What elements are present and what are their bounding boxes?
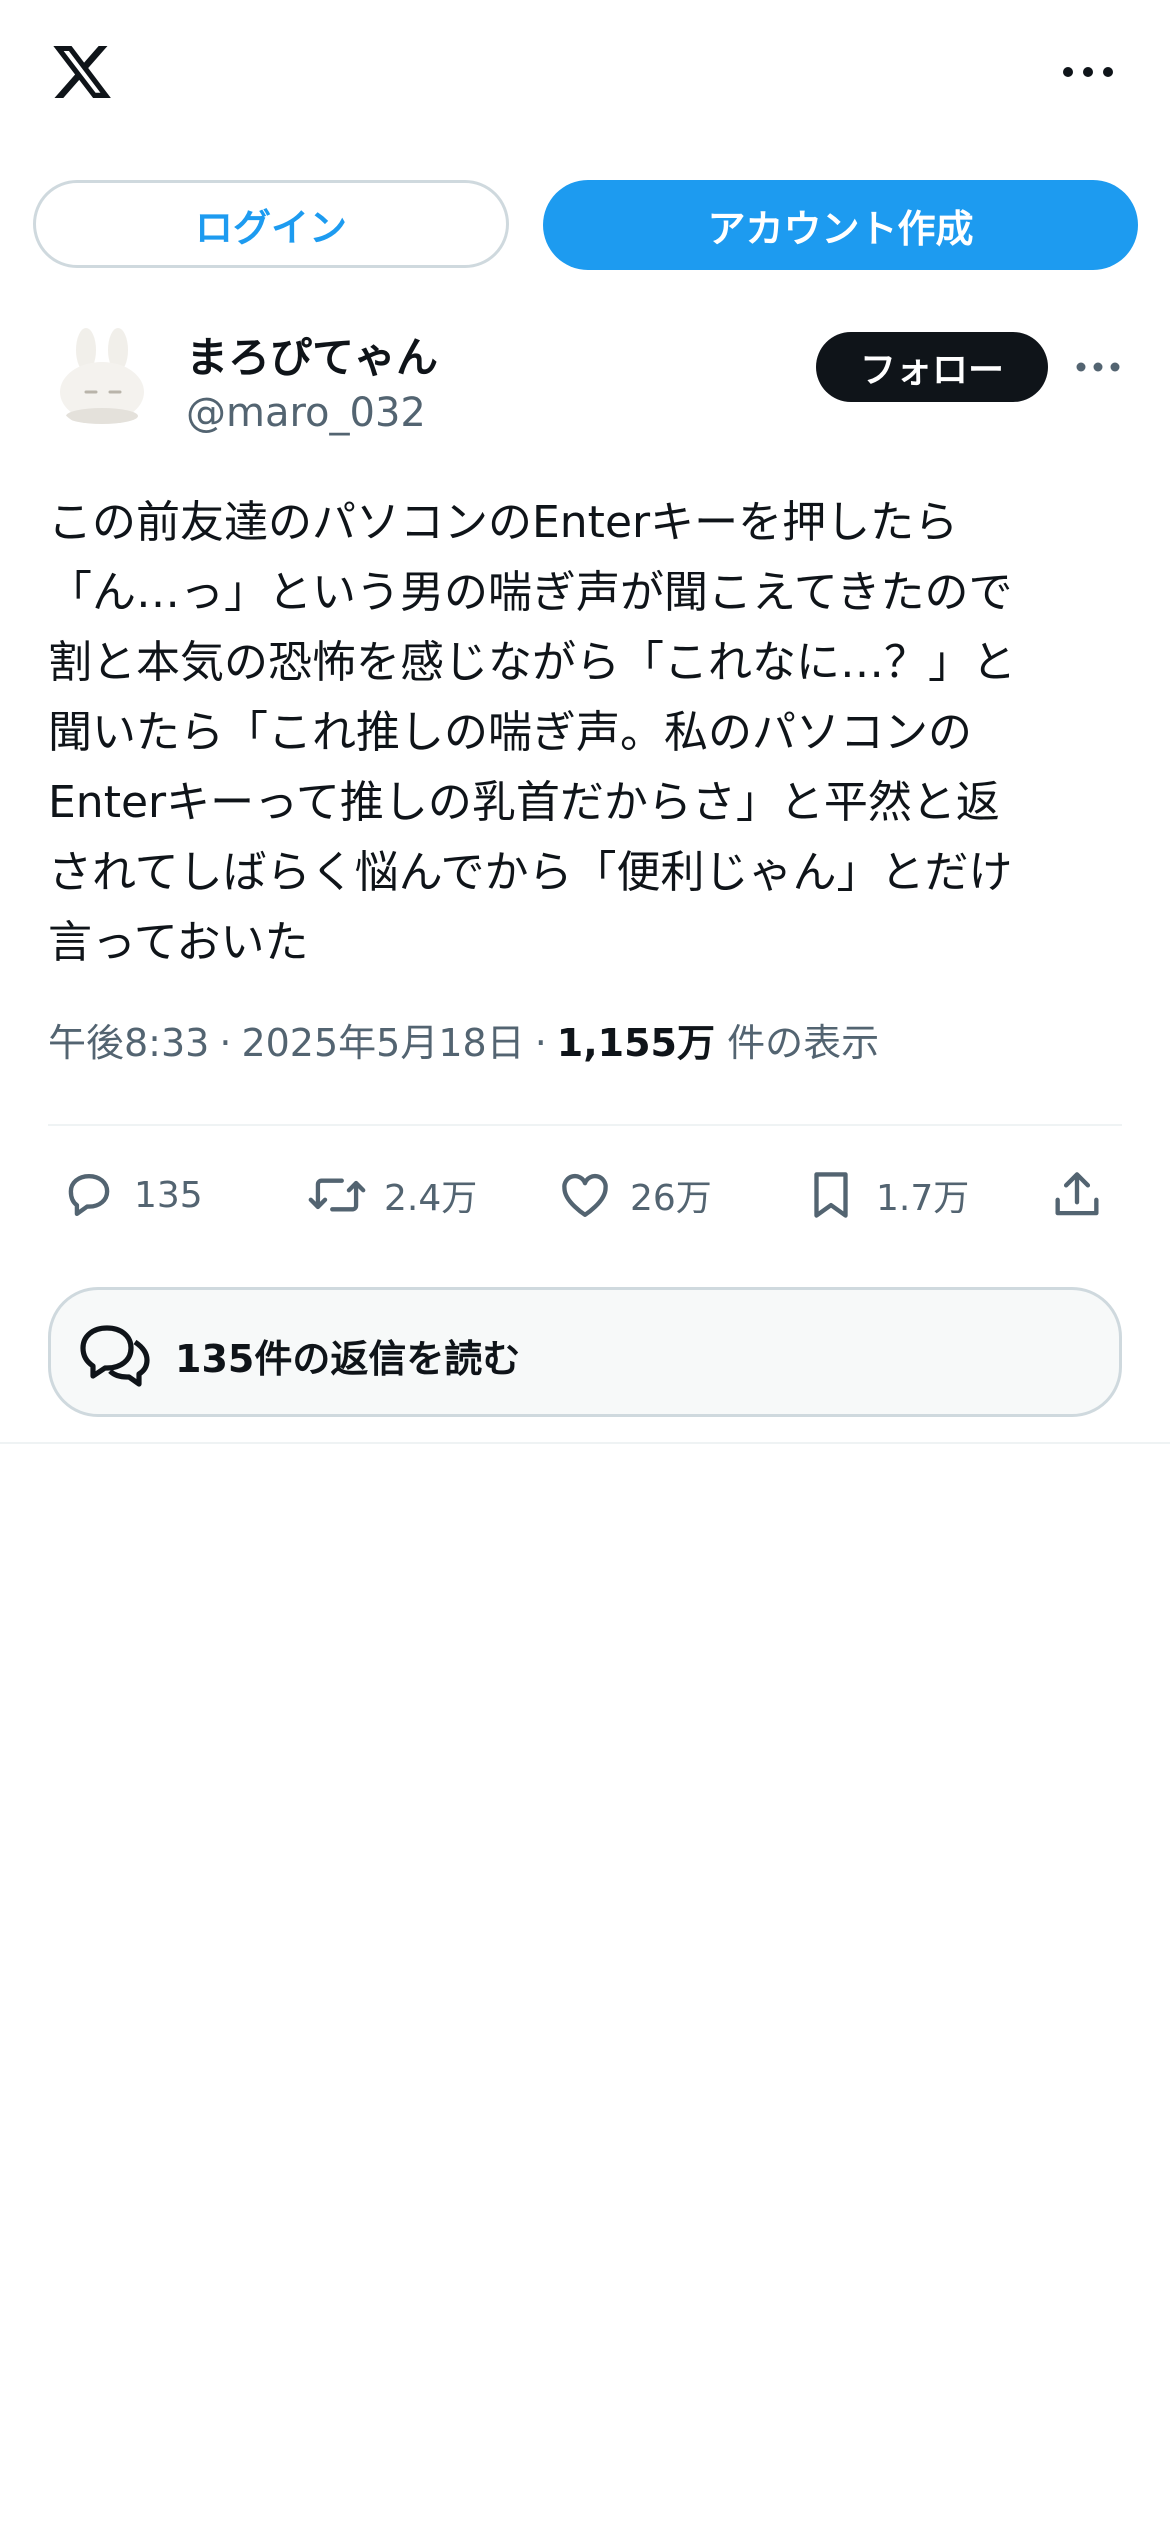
action-bar: 135 2.4万 26万 1.7万 bbox=[48, 1160, 1122, 1230]
author-name[interactable]: まろぴてゃん bbox=[186, 324, 438, 385]
like-count: 26万 bbox=[630, 1178, 712, 1219]
avatar-rabbit-image bbox=[48, 320, 158, 430]
read-replies-button[interactable]: 135件の返信を読む bbox=[48, 1287, 1122, 1417]
reply-button[interactable]: 135 bbox=[60, 1160, 203, 1230]
avatar[interactable] bbox=[48, 320, 158, 430]
meta-separator: · bbox=[219, 1021, 232, 1065]
post-date[interactable]: 2025年5月18日 bbox=[241, 1021, 524, 1065]
create-account-button[interactable]: アカウント作成 bbox=[543, 180, 1138, 270]
meta-separator: · bbox=[534, 1021, 547, 1065]
post-more-icon[interactable] bbox=[1075, 352, 1121, 382]
bookmark-button[interactable]: 1.7万 bbox=[802, 1160, 969, 1230]
x-logo-icon[interactable] bbox=[48, 40, 116, 104]
bookmark-icon bbox=[814, 1172, 848, 1218]
top-bar bbox=[0, 0, 1170, 150]
like-button[interactable]: 26万 bbox=[556, 1160, 712, 1230]
views-count: 1,155万 bbox=[556, 1021, 715, 1065]
author-handle[interactable]: @maro_032 bbox=[186, 390, 426, 436]
read-replies-label: 135件の返信を読む bbox=[175, 1337, 521, 1381]
more-dots-icon[interactable] bbox=[1060, 54, 1116, 90]
share-icon bbox=[1055, 1172, 1099, 1216]
divider bbox=[48, 1124, 1122, 1126]
post-text: この前友達のパソコンのEnterキーを押したら 「ん…っ」という男の喘ぎ声が聞こ… bbox=[48, 497, 1016, 968]
heart-icon bbox=[562, 1173, 608, 1217]
post-meta: 午後8:33 · 2025年5月18日 · 1,155万 件の表示 bbox=[48, 1012, 879, 1067]
repost-icon bbox=[308, 1178, 366, 1212]
reply-count: 135 bbox=[134, 1174, 203, 1216]
repost-count: 2.4万 bbox=[384, 1178, 478, 1219]
share-button[interactable] bbox=[1048, 1160, 1106, 1230]
auth-buttons: ログイン アカウント作成 bbox=[33, 180, 1138, 270]
repost-button[interactable]: 2.4万 bbox=[306, 1160, 477, 1230]
reply-bubbles-icon bbox=[80, 1325, 150, 1387]
login-button[interactable]: ログイン bbox=[33, 180, 509, 268]
post-time[interactable]: 午後8:33 bbox=[48, 1021, 209, 1065]
bookmark-count: 1.7万 bbox=[876, 1178, 970, 1219]
follow-button[interactable]: フォロー bbox=[816, 332, 1048, 402]
views-label: 件の表示 bbox=[727, 1021, 880, 1065]
divider bbox=[0, 1442, 1170, 1444]
reply-icon bbox=[68, 1173, 110, 1217]
